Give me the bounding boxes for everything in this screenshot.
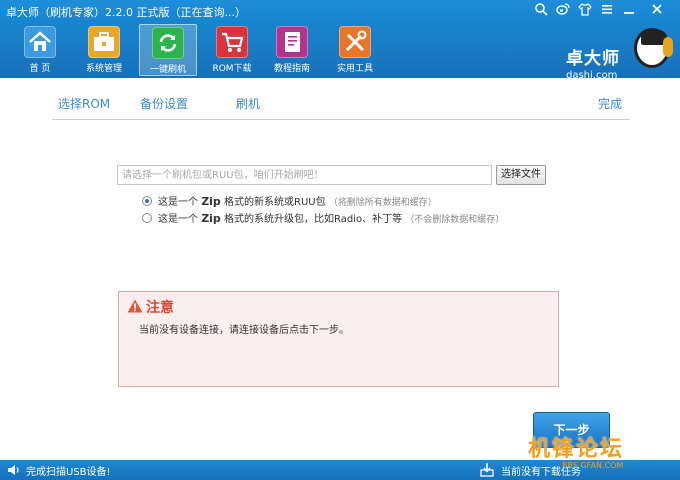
book-icon (276, 26, 308, 58)
tools-icon (339, 26, 371, 58)
nav-tools-label: 实用工具 (336, 64, 373, 74)
nav-tools[interactable]: 实用工具 (326, 24, 384, 76)
speaker-icon (8, 465, 19, 475)
weibo-icon[interactable] (554, 2, 572, 19)
menu-icon[interactable] (598, 2, 616, 19)
option-prefix: 这是一个 (158, 214, 198, 225)
warning-icon (127, 299, 143, 313)
option-full-package[interactable]: 这是一个 Zip 格式的新系统或RUU包 （将删除所有数据和缓存） (142, 193, 437, 208)
nav-one-click-flash-label: 一键刷机 (149, 65, 186, 75)
shirt-icon[interactable] (576, 2, 594, 19)
notice-title: 注意 (146, 300, 174, 316)
mascot-avatar (634, 28, 673, 68)
option-hint: （不会删除数据和缓存） (405, 215, 505, 225)
watermark-url: BBS.GFAN.COM (562, 461, 624, 470)
refresh-icon (152, 27, 184, 59)
option-text: 格式的新系统或RUU包 (224, 197, 326, 208)
nav-tutorial[interactable]: 教程指南 (263, 24, 321, 76)
nav-system-manage[interactable]: 系统管理 (75, 24, 133, 76)
option-text: 格式的系统升级包，比如Radio、补丁等 (224, 214, 403, 225)
option-hint: （将删除所有数据和缓存） (328, 198, 437, 208)
status-message: 完成扫描USB设备! (26, 467, 111, 478)
choose-file-button[interactable]: 选择文件 (496, 165, 546, 185)
nav-rom-download-label: ROM下载 (212, 64, 252, 74)
download-icon[interactable] (480, 462, 494, 477)
option-zip: Zip (201, 195, 221, 208)
notice-box: 注意 当前没有设备连接，请连接设备后点击下一步。 (118, 291, 559, 387)
nav-rom-download[interactable]: ROM下载 (203, 24, 261, 76)
cart-icon (216, 26, 248, 58)
nav-tutorial-label: 教程指南 (273, 64, 310, 74)
radio-full-package[interactable] (142, 196, 152, 206)
minimize-icon[interactable] (620, 2, 638, 19)
step-done: 完成 (598, 97, 623, 111)
ring-icon[interactable] (532, 2, 550, 19)
file-path-input[interactable] (117, 165, 492, 185)
nav-home-label: 首 页 (29, 64, 51, 74)
brand-logo: 卓大师 dashi.com (566, 48, 636, 82)
steps-divider (52, 119, 630, 120)
toolbox-icon (88, 26, 120, 58)
option-zip: Zip (201, 212, 221, 225)
nav-home[interactable]: 首 页 (11, 24, 69, 76)
watermark: 机锋论坛 BBS.GFAN.COM (528, 431, 676, 475)
close-icon[interactable] (648, 2, 666, 19)
brand-name: 卓大师 (566, 49, 620, 69)
nav-one-click-flash[interactable]: 一键刷机 (139, 24, 197, 76)
option-update-package[interactable]: 这是一个 Zip 格式的系统升级包，比如Radio、补丁等 （不会删除数据和缓存… (142, 210, 504, 225)
window-title: 卓大师（刷机专家）2.2.0 正式版（正在查询...） (6, 6, 246, 19)
step-backup-settings: 备份设置 (140, 97, 189, 111)
radio-update-package[interactable] (142, 213, 152, 223)
home-icon (24, 26, 56, 58)
main-toolbar: 首 页 系统管理 一键刷机 ROM下载 教程指南 实用工具 卓大师 dashi.… (0, 22, 680, 81)
option-prefix: 这是一个 (158, 197, 198, 208)
notice-message: 当前没有设备连接，请连接设备后点击下一步。 (139, 325, 349, 336)
main-content: 选择ROM 备份设置 刷机 完成 选择文件 这是一个 Zip 格式的新系统或RU… (0, 78, 680, 460)
watermark-logo: 机锋论坛 (528, 437, 625, 462)
step-flash: 刷机 (236, 97, 261, 111)
step-select-rom: 选择ROM (58, 97, 111, 111)
title-bar: 卓大师（刷机专家）2.2.0 正式版（正在查询...） (0, 0, 680, 22)
nav-system-manage-label: 系统管理 (85, 64, 122, 74)
